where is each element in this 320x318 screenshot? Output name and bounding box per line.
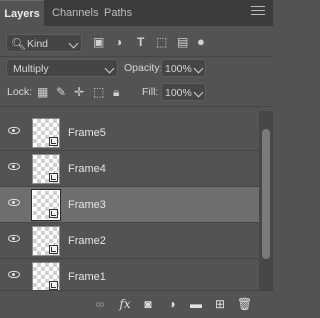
opacity-dropdown[interactable] bbox=[193, 59, 206, 77]
layer-thumbnail bbox=[32, 154, 60, 184]
folder-icon[interactable]: ▬ bbox=[189, 297, 203, 311]
layers-panel: Layers Channels Paths 🔍︎ Kind ▣ ◑ T ⬚ ▤ … bbox=[0, 0, 273, 318]
layer-mask-icon[interactable]: ◙ bbox=[141, 297, 155, 311]
layer-row[interactable]: Frame1 bbox=[0, 259, 259, 290]
chevron-down-icon bbox=[193, 87, 204, 98]
scrollbar-thumb[interactable] bbox=[262, 129, 270, 259]
trash-icon[interactable]: 🗑︎ bbox=[237, 297, 252, 311]
filter-row: 🔍︎ Kind ▣ ◑ T ⬚ ▤ ● bbox=[0, 33, 273, 53]
filter-kind-label: Kind bbox=[27, 38, 49, 50]
adjustment-layer-icon[interactable]: ◑ bbox=[165, 297, 179, 311]
layer-thumbnail bbox=[32, 226, 60, 256]
divider bbox=[0, 106, 273, 107]
image-filter-icon[interactable]: ▣ bbox=[93, 33, 104, 51]
scrollbar[interactable] bbox=[259, 111, 273, 290]
eye-icon[interactable] bbox=[8, 235, 20, 242]
eye-icon[interactable] bbox=[8, 127, 20, 134]
layer-row[interactable]: Frame4 bbox=[0, 151, 259, 187]
adjustment-filter-icon[interactable]: ◑ bbox=[115, 33, 122, 51]
blend-mode-select[interactable]: Multiply bbox=[6, 59, 118, 77]
lock-position-icon[interactable]: ✛ bbox=[74, 83, 84, 101]
eye-icon[interactable] bbox=[8, 199, 20, 206]
tab-paths[interactable]: Paths bbox=[104, 0, 132, 26]
tab-layers[interactable]: Layers bbox=[0, 0, 44, 27]
link-layers-icon[interactable]: ∞ bbox=[93, 297, 107, 311]
layer-row[interactable]: Frame5 bbox=[0, 115, 259, 151]
eye-icon[interactable] bbox=[8, 271, 20, 278]
blend-row: Multiply Opacity: 100% bbox=[0, 58, 273, 78]
eye-icon[interactable] bbox=[8, 163, 20, 170]
lock-row: Lock: ▦ ✎ ✛ ⬚ 🔒︎ Fill: 100% bbox=[0, 82, 273, 102]
fx-icon[interactable]: fx bbox=[118, 297, 132, 311]
opacity-value: 100% bbox=[165, 63, 192, 75]
smart-object-filter-icon[interactable]: ▤ bbox=[177, 33, 188, 51]
tab-channels[interactable]: Channels bbox=[52, 0, 98, 26]
layer-name[interactable]: Frame3 bbox=[68, 187, 106, 223]
smart-object-icon bbox=[49, 137, 58, 146]
layer-name[interactable]: Frame1 bbox=[68, 259, 106, 290]
panel-footer: ∞ fx ◙ ◑ ▬ ⊞ 🗑︎ bbox=[0, 290, 273, 318]
chevron-down-icon bbox=[104, 63, 115, 74]
lock-transparent-icon[interactable]: ▦ bbox=[37, 83, 48, 101]
chevron-down-icon bbox=[193, 63, 204, 74]
layer-thumbnail bbox=[31, 189, 61, 221]
smart-object-icon bbox=[49, 281, 58, 290]
shape-filter-icon[interactable]: ⬚ bbox=[156, 33, 167, 51]
layer-name[interactable]: Frame2 bbox=[68, 223, 106, 259]
smart-object-icon bbox=[49, 209, 58, 218]
layer-thumbnail bbox=[32, 118, 60, 148]
lock-artboard-icon[interactable]: ⬚ bbox=[93, 83, 104, 101]
opacity-label: Opacity: bbox=[124, 62, 163, 74]
layers-list[interactable]: Frame5 Frame4 Frame3 Frame2 Frame1 bbox=[0, 111, 259, 290]
fill-value: 100% bbox=[165, 87, 192, 99]
new-layer-icon[interactable]: ⊞ bbox=[213, 297, 227, 311]
layer-name[interactable]: Frame5 bbox=[68, 115, 106, 151]
panel-menu-icon[interactable] bbox=[251, 6, 265, 16]
chevron-down-icon bbox=[68, 38, 79, 49]
search-icon: 🔍︎ bbox=[11, 37, 27, 51]
filter-toggle-icon[interactable]: ● bbox=[197, 33, 205, 51]
divider bbox=[0, 56, 273, 57]
type-filter-icon[interactable]: T bbox=[137, 33, 144, 51]
lock-all-icon[interactable]: 🔒︎ bbox=[113, 83, 119, 101]
panel-tabs: Layers Channels Paths bbox=[0, 0, 273, 27]
smart-object-icon bbox=[49, 173, 58, 182]
layer-row[interactable]: Frame2 bbox=[0, 223, 259, 259]
layer-thumbnail bbox=[32, 262, 60, 290]
smart-object-icon bbox=[49, 245, 58, 254]
layer-row-selected[interactable]: Frame3 bbox=[0, 187, 259, 223]
layer-name[interactable]: Frame4 bbox=[68, 151, 106, 187]
fill-dropdown[interactable] bbox=[193, 83, 206, 101]
blend-mode-value: Multiply bbox=[13, 63, 49, 75]
filter-kind-select[interactable]: 🔍︎ Kind bbox=[6, 34, 82, 52]
lock-image-icon[interactable]: ✎ bbox=[56, 83, 66, 101]
lock-label: Lock: bbox=[7, 86, 33, 98]
fill-label: Fill: bbox=[142, 86, 159, 98]
